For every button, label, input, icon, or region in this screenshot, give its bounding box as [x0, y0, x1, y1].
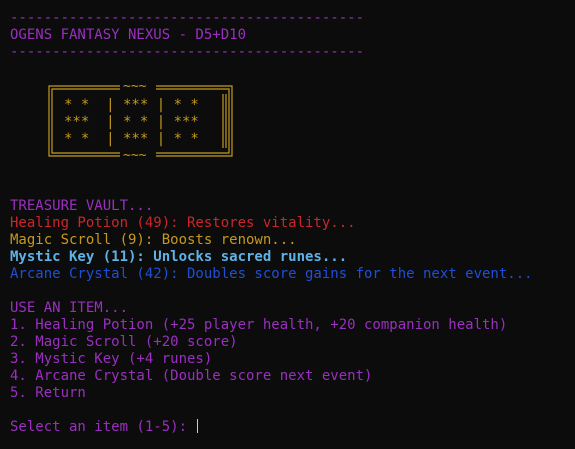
vault-top-tilde: ~~~ — [123, 84, 147, 94]
input-prompt[interactable]: Select an item (1-5): — [10, 419, 199, 436]
text-cursor[interactable] — [197, 419, 199, 433]
menu-option-2: 2. Magic Scroll (+20 score) — [10, 334, 238, 350]
header-rule-top: ----------------------------------------… — [10, 10, 365, 26]
menu-option-3: 3. Mystic Key (+4 runes) — [10, 351, 213, 367]
treasure-item-healing-potion: Healing Potion (49): Restores vitality..… — [10, 215, 356, 231]
treasure-item-magic-scroll: Magic Scroll (9): Boosts renown... — [10, 232, 297, 248]
treasure-item-mystic-key: Mystic Key (11): Unlocks sacred runes... — [10, 249, 348, 265]
app-title: OGENS FANTASY NEXUS - D5+D10 — [10, 27, 247, 43]
menu-option-1: 1. Healing Potion (+25 player health, +2… — [10, 317, 508, 333]
menu-option-5: 5. Return — [10, 385, 86, 401]
vault-art: ~~~ ~~~ * * | *** | * * *** | * * | *** … — [48, 84, 233, 160]
terminal-window: ----------------------------------------… — [0, 0, 575, 449]
vault-row-1: * * | *** | * * — [64, 97, 199, 113]
vault-row-2: *** | * * | *** — [64, 114, 199, 130]
treasure-item-arcane-crystal: Arcane Crystal (42): Doubles score gains… — [10, 266, 533, 282]
menu-heading: USE AN ITEM... — [10, 300, 129, 316]
vault-row-3: * * | *** | * * — [64, 131, 199, 147]
menu-option-4: 4. Arcane Crystal (Double score next eve… — [10, 368, 373, 384]
vault-bottom-tilde: ~~~ — [123, 148, 147, 160]
input-prompt-label: Select an item (1-5): — [10, 419, 196, 435]
header-rule-bottom: ----------------------------------------… — [10, 44, 365, 60]
treasure-heading: TREASURE VAULT... — [10, 198, 154, 214]
